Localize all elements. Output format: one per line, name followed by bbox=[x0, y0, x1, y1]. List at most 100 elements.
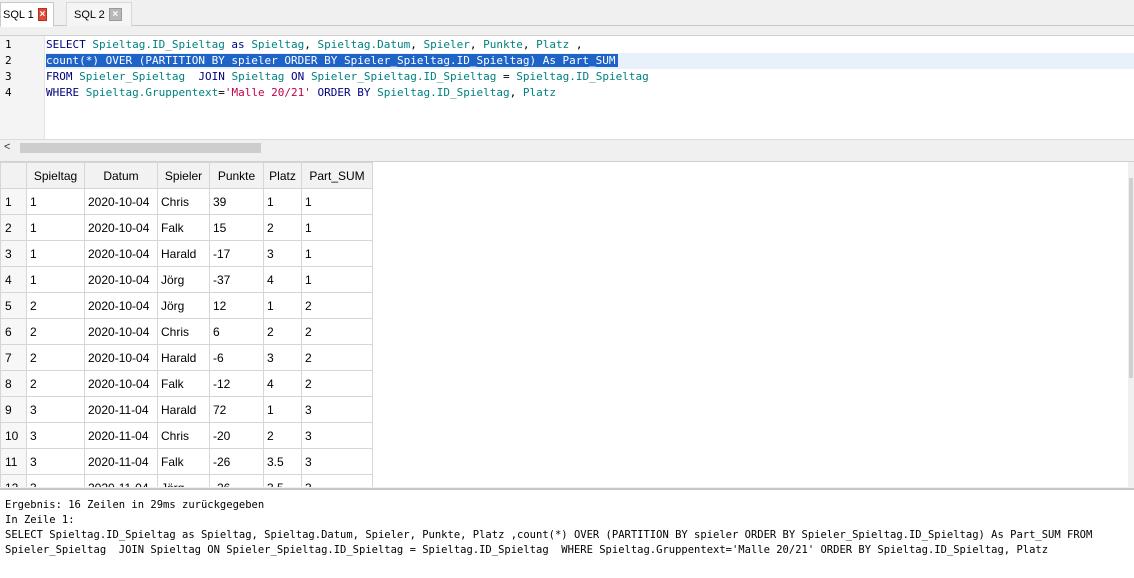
tab-sql-1[interactable]: SQL 1 × bbox=[0, 2, 54, 27]
table-cell[interactable]: 1 bbox=[26, 214, 85, 241]
table-cell[interactable]: Falk bbox=[157, 214, 210, 241]
column-header[interactable]: Part_SUM bbox=[301, 162, 373, 189]
editor-horizontal-scrollbar[interactable]: < bbox=[0, 139, 1134, 155]
table-cell[interactable]: 2020-11-04 bbox=[84, 448, 158, 475]
table-cell[interactable]: 2 bbox=[301, 292, 373, 319]
table-cell[interactable]: 1 bbox=[301, 214, 373, 241]
table-row[interactable]: 6 2 2020-10-04 Chris 6 2 2 bbox=[0, 318, 373, 345]
table-row[interactable]: 2 1 2020-10-04 Falk 15 2 1 bbox=[0, 214, 373, 241]
row-number[interactable]: 11 bbox=[0, 448, 27, 475]
table-cell[interactable]: Jörg bbox=[157, 292, 210, 319]
table-cell[interactable]: 2020-10-04 bbox=[84, 214, 158, 241]
table-cell[interactable]: 2020-10-04 bbox=[84, 344, 158, 371]
table-cell[interactable]: 39 bbox=[209, 188, 264, 215]
table-cell[interactable]: 3 bbox=[26, 474, 85, 487]
table-cell[interactable]: Chris bbox=[157, 188, 210, 215]
row-number[interactable]: 5 bbox=[0, 292, 27, 319]
scroll-left-icon[interactable]: < bbox=[4, 141, 10, 153]
table-row[interactable]: 3 1 2020-10-04 Harald -17 3 1 bbox=[0, 240, 373, 267]
table-cell[interactable]: 1 bbox=[26, 240, 85, 267]
table-cell[interactable]: 2 bbox=[26, 344, 85, 371]
table-cell[interactable]: 2020-10-04 bbox=[84, 292, 158, 319]
table-row[interactable]: 8 2 2020-10-04 Falk -12 4 2 bbox=[0, 370, 373, 397]
table-cell[interactable]: 2020-10-04 bbox=[84, 266, 158, 293]
table-row[interactable]: 5 2 2020-10-04 Jörg 12 1 2 bbox=[0, 292, 373, 319]
table-cell[interactable]: 2 bbox=[263, 318, 302, 345]
table-cell[interactable]: Falk bbox=[157, 370, 210, 397]
table-cell[interactable]: 2 bbox=[301, 318, 373, 345]
table-cell[interactable]: 72 bbox=[209, 396, 264, 423]
table-row[interactable]: 10 3 2020-11-04 Chris -20 2 3 bbox=[0, 422, 373, 449]
table-cell[interactable]: 2020-10-04 bbox=[84, 188, 158, 215]
table-cell[interactable]: 2 bbox=[26, 318, 85, 345]
table-cell[interactable]: Jörg bbox=[157, 266, 210, 293]
table-cell[interactable]: 3 bbox=[301, 474, 373, 487]
row-number[interactable]: 7 bbox=[0, 344, 27, 371]
table-cell[interactable]: 1 bbox=[263, 396, 302, 423]
table-row[interactable]: 11 3 2020-11-04 Falk -26 3.5 3 bbox=[0, 448, 373, 475]
table-cell[interactable]: 1 bbox=[263, 292, 302, 319]
code-line[interactable]: FROM Spieler_Spieltag JOIN Spieltag ON S… bbox=[46, 69, 649, 85]
column-header[interactable]: Spieler bbox=[157, 162, 210, 189]
table-cell[interactable]: 3 bbox=[301, 396, 373, 423]
table-cell[interactable]: 15 bbox=[209, 214, 264, 241]
table-cell[interactable]: -26 bbox=[209, 448, 264, 475]
table-cell[interactable]: 12 bbox=[209, 292, 264, 319]
table-cell[interactable]: 3 bbox=[26, 448, 85, 475]
table-cell[interactable]: 4 bbox=[263, 370, 302, 397]
row-number[interactable]: 9 bbox=[0, 396, 27, 423]
table-cell[interactable]: Harald bbox=[157, 344, 210, 371]
table-cell[interactable]: 2020-11-04 bbox=[84, 474, 158, 487]
table-cell[interactable]: 2 bbox=[26, 370, 85, 397]
table-cell[interactable]: 3 bbox=[263, 240, 302, 267]
table-cell[interactable]: 3 bbox=[26, 422, 85, 449]
column-header[interactable]: Platz bbox=[263, 162, 302, 189]
table-cell[interactable]: -12 bbox=[209, 370, 264, 397]
close-icon[interactable]: × bbox=[37, 8, 47, 21]
table-cell[interactable]: 3 bbox=[301, 422, 373, 449]
table-cell[interactable]: -26 bbox=[209, 474, 264, 487]
table-cell[interactable]: Jörg bbox=[157, 474, 210, 487]
close-icon[interactable]: × bbox=[108, 8, 122, 21]
scrollbar-thumb[interactable] bbox=[1129, 178, 1133, 378]
table-cell[interactable]: 2 bbox=[301, 344, 373, 371]
code-line[interactable]: SELECT Spieltag.ID_Spieltag as Spieltag,… bbox=[46, 37, 583, 53]
row-number[interactable]: 1 bbox=[0, 188, 27, 215]
table-cell[interactable]: -37 bbox=[209, 266, 264, 293]
table-cell[interactable]: 2020-10-04 bbox=[84, 370, 158, 397]
table-cell[interactable]: 3.5 bbox=[263, 448, 302, 475]
column-header[interactable]: Datum bbox=[84, 162, 158, 189]
table-cell[interactable]: 4 bbox=[263, 266, 302, 293]
table-cell[interactable]: 2020-10-04 bbox=[84, 318, 158, 345]
table-cell[interactable]: -6 bbox=[209, 344, 264, 371]
column-header[interactable]: Spieltag bbox=[26, 162, 85, 189]
table-row[interactable]: 4 1 2020-10-04 Jörg -37 4 1 bbox=[0, 266, 373, 293]
row-number[interactable]: 6 bbox=[0, 318, 27, 345]
table-cell[interactable]: 2 bbox=[263, 422, 302, 449]
row-number-header[interactable] bbox=[0, 162, 27, 189]
table-cell[interactable]: 1 bbox=[263, 188, 302, 215]
row-number[interactable]: 4 bbox=[0, 266, 27, 293]
table-cell[interactable]: 1 bbox=[26, 266, 85, 293]
table-cell[interactable]: -20 bbox=[209, 422, 264, 449]
table-cell[interactable]: 2020-10-04 bbox=[84, 240, 158, 267]
table-cell[interactable]: 1 bbox=[26, 188, 85, 215]
table-row[interactable]: 9 3 2020-11-04 Harald 72 1 3 bbox=[0, 396, 373, 423]
table-cell[interactable]: Falk bbox=[157, 448, 210, 475]
table-cell[interactable]: 2 bbox=[301, 370, 373, 397]
code-line-current[interactable]: count(*) OVER (PARTITION BY spieler ORDE… bbox=[46, 53, 1134, 69]
results-vertical-scrollbar[interactable] bbox=[1128, 162, 1134, 487]
code-line[interactable]: WHERE Spieltag.Gruppentext='Malle 20/21'… bbox=[46, 85, 556, 101]
table-cell[interactable]: Chris bbox=[157, 422, 210, 449]
table-cell[interactable]: 2020-11-04 bbox=[84, 396, 158, 423]
table-cell[interactable]: Harald bbox=[157, 240, 210, 267]
scrollbar-thumb[interactable] bbox=[20, 143, 261, 153]
table-cell[interactable]: 1 bbox=[301, 266, 373, 293]
table-row[interactable]: 1 1 2020-10-04 Chris 39 1 1 bbox=[0, 188, 373, 215]
table-cell[interactable]: 6 bbox=[209, 318, 264, 345]
table-cell[interactable]: 3 bbox=[26, 396, 85, 423]
table-cell[interactable]: Harald bbox=[157, 396, 210, 423]
table-cell[interactable]: 1 bbox=[301, 240, 373, 267]
row-number[interactable]: 2 bbox=[0, 214, 27, 241]
row-number[interactable]: 3 bbox=[0, 240, 27, 267]
